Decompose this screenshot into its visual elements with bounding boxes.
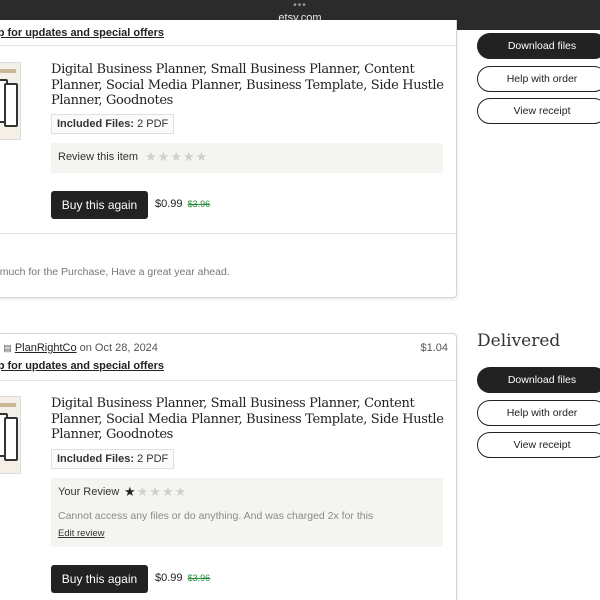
shop-updates-optin-link[interactable]: op for updates and special offers bbox=[0, 360, 164, 372]
order-card: m ▤ PlanRightCo on Oct 28, 2024 $1.04 op… bbox=[0, 333, 457, 600]
included-files-value: 2 PDF bbox=[137, 118, 169, 130]
buy-again-button[interactable]: Buy this again bbox=[51, 191, 148, 219]
seller-note: o much for the Purchase, Have a great ye… bbox=[0, 266, 230, 278]
review-box: Review this item ★★★★★ bbox=[51, 143, 443, 173]
order-date: on Oct 28, 2024 bbox=[79, 342, 158, 354]
sale-price: $0.99 bbox=[155, 198, 183, 210]
review-box: Your Review ★★★★★ Cannot access any file… bbox=[51, 478, 443, 547]
original-price: $3.96 bbox=[187, 573, 211, 583]
product-thumbnail[interactable] bbox=[0, 62, 21, 140]
more-dots-icon[interactable]: ••• bbox=[0, 1, 600, 11]
star-outline-icon: ★ bbox=[149, 484, 162, 499]
product-title[interactable]: Digital Business Planner, Small Business… bbox=[51, 62, 451, 109]
included-files-label: Included Files: bbox=[57, 118, 135, 130]
product-thumbnail[interactable] bbox=[0, 396, 21, 474]
star-outline-icon[interactable]: ★ bbox=[145, 149, 158, 164]
divider bbox=[0, 233, 456, 234]
star-outline-icon[interactable]: ★ bbox=[183, 149, 196, 164]
download-files-button[interactable]: Download files bbox=[477, 33, 600, 59]
order-price: $1.04 bbox=[420, 342, 448, 354]
star-rating: ★★★★★ bbox=[124, 484, 187, 500]
help-with-order-button[interactable]: Help with order bbox=[477, 400, 600, 426]
shop-icon: ▤ bbox=[3, 343, 12, 353]
original-price: $3.96 bbox=[187, 199, 211, 209]
help-with-order-button[interactable]: Help with order bbox=[477, 66, 600, 92]
review-label: Your Review bbox=[58, 486, 120, 498]
divider bbox=[0, 380, 456, 381]
review-label: Review this item bbox=[58, 151, 139, 163]
price-block: $0.99 $3.96 bbox=[155, 572, 210, 584]
download-files-button[interactable]: Download files bbox=[477, 367, 600, 393]
shop-line: m ▤ PlanRightCo on Oct 28, 2024 bbox=[0, 342, 158, 354]
order-card: op for updates and special offers Digita… bbox=[0, 20, 457, 298]
star-outline-icon[interactable]: ★ bbox=[170, 149, 183, 164]
star-outline-icon: ★ bbox=[174, 484, 188, 499]
product-title[interactable]: Digital Business Planner, Small Business… bbox=[51, 396, 451, 443]
star-outline-icon: ★ bbox=[136, 484, 150, 499]
included-files-badge: Included Files: 2 PDF bbox=[51, 449, 175, 469]
buy-again-button[interactable]: Buy this again bbox=[51, 565, 148, 593]
review-text: Cannot access any files or do anything. … bbox=[58, 510, 374, 522]
view-receipt-button[interactable]: View receipt bbox=[477, 98, 600, 124]
included-files-badge: Included Files: 2 PDF bbox=[51, 114, 175, 134]
star-outline-icon[interactable]: ★ bbox=[196, 149, 209, 164]
shop-updates-optin-link[interactable]: op for updates and special offers bbox=[0, 27, 164, 39]
price-block: $0.99 $3.96 bbox=[155, 198, 210, 210]
view-receipt-button[interactable]: View receipt bbox=[477, 432, 600, 458]
sale-price: $0.99 bbox=[155, 572, 183, 584]
included-files-label: Included Files: bbox=[57, 453, 135, 465]
star-outline-icon: ★ bbox=[161, 484, 175, 499]
order-header: m ▤ PlanRightCo on Oct 28, 2024 $1.04 bbox=[0, 334, 456, 358]
star-outline-icon[interactable]: ★ bbox=[158, 149, 171, 164]
star-icon: ★ bbox=[124, 484, 137, 499]
star-rating[interactable]: ★★★★★ bbox=[145, 149, 208, 165]
shop-name-link[interactable]: PlanRightCo bbox=[15, 342, 77, 354]
divider bbox=[0, 45, 456, 46]
edit-review-link[interactable]: Edit review bbox=[58, 528, 104, 539]
included-files-value: 2 PDF bbox=[137, 453, 169, 465]
order-status: Delivered bbox=[477, 331, 561, 351]
